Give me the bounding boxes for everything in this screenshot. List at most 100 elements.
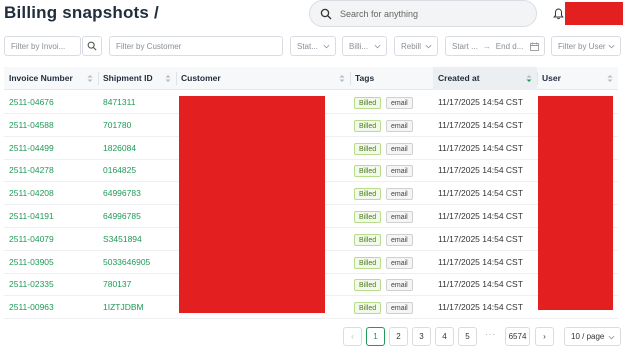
chevron-down-icon bbox=[374, 44, 381, 49]
chevron-down-icon bbox=[425, 44, 432, 49]
shipment-id-link[interactable]: 701780 bbox=[98, 114, 131, 137]
user-filter-label: Filter by User bbox=[558, 41, 606, 51]
invoice-number-link[interactable]: 2511-04499 bbox=[4, 137, 54, 160]
tag-email: email bbox=[386, 165, 413, 178]
page-size-select[interactable]: 10 / page bbox=[564, 327, 621, 346]
next-page-button[interactable]: › bbox=[535, 327, 554, 346]
invoice-filter-input[interactable]: Filter by Invoi... bbox=[4, 36, 81, 56]
invoice-search-button[interactable] bbox=[82, 36, 102, 56]
created-at-cell: 11/17/2025 14:54 CST bbox=[438, 233, 523, 244]
shipment-id-link[interactable]: S3451894 bbox=[98, 228, 142, 251]
filter-bar: Filter by Invoi... Filter by Customer St… bbox=[0, 36, 625, 56]
shipment-id-link[interactable]: 1IZTJDBM bbox=[98, 296, 144, 319]
rebill-filter-select[interactable]: Rebill bbox=[394, 36, 438, 56]
shipment-id-link[interactable]: 1826084 bbox=[98, 137, 136, 160]
column-label: User bbox=[542, 73, 561, 83]
column-header-invoice-number[interactable]: Invoice Number bbox=[4, 67, 98, 90]
invoice-number-link[interactable]: 2511-04676 bbox=[4, 91, 54, 114]
invoice-number-link[interactable]: 2511-03905 bbox=[4, 251, 54, 274]
column-header-created-at[interactable]: Created at bbox=[433, 67, 537, 90]
page-title: Billing snapshots / bbox=[4, 3, 159, 22]
shipment-id-link[interactable]: 0164825 bbox=[98, 159, 136, 182]
column-label: Customer bbox=[181, 73, 221, 83]
created-at-cell: 11/17/2025 14:54 CST bbox=[438, 119, 523, 130]
invoice-number-link[interactable]: 2511-04588 bbox=[4, 114, 54, 137]
tag-email: email bbox=[386, 119, 413, 132]
tag-email: email bbox=[386, 302, 413, 315]
column-label: Tags bbox=[355, 73, 375, 83]
created-at-cell: 11/17/2025 14:54 CST bbox=[438, 211, 523, 221]
shipment-id-link[interactable]: 8471311 bbox=[98, 91, 135, 114]
redacted-user-column bbox=[538, 96, 613, 310]
tag-email: email bbox=[386, 97, 413, 109]
created-at-cell: 11/17/2025 14:54 CST bbox=[438, 188, 523, 199]
column-header-customer[interactable]: Customer bbox=[176, 67, 350, 90]
created-at-cell: 11/17/2025 14:54 CST bbox=[438, 279, 523, 290]
tag-billed: Billed bbox=[354, 279, 382, 292]
created-at-cell: 11/17/2025 14:54 CST bbox=[438, 302, 523, 313]
date-range-picker[interactable]: Start ... → End d... bbox=[445, 36, 545, 56]
page-button-1[interactable]: 1 bbox=[366, 327, 385, 346]
page-button-2[interactable]: 2 bbox=[389, 327, 408, 346]
column-header-tags: Tags bbox=[350, 67, 433, 90]
search-icon bbox=[87, 41, 97, 51]
sort-icon[interactable] bbox=[87, 74, 93, 83]
user-filter-select[interactable]: Filter by User bbox=[551, 36, 621, 56]
tag-billed: Billed bbox=[354, 256, 382, 269]
tag-billed: Billed bbox=[354, 165, 382, 178]
sort-icon[interactable] bbox=[607, 74, 613, 83]
column-label: Invoice Number bbox=[9, 73, 73, 83]
arrow-right-icon: → bbox=[482, 41, 491, 51]
tag-email: email bbox=[386, 211, 413, 223]
customer-filter-placeholder: Filter by Customer bbox=[116, 41, 182, 51]
tag-email: email bbox=[386, 142, 413, 155]
tag-billed: Billed bbox=[354, 119, 382, 132]
column-label: Shipment ID bbox=[103, 73, 153, 83]
global-search[interactable] bbox=[309, 0, 537, 27]
shipment-id-link[interactable]: 64996783 bbox=[98, 182, 141, 205]
column-header-user[interactable]: User bbox=[537, 67, 618, 90]
invoice-number-link[interactable]: 2511-00963 bbox=[4, 296, 54, 319]
user-avatar[interactable] bbox=[565, 2, 623, 25]
invoice-number-link[interactable]: 2511-02335 bbox=[4, 273, 54, 296]
shipment-id-link[interactable]: 780137 bbox=[98, 273, 131, 296]
invoice-number-link[interactable]: 2511-04278 bbox=[4, 159, 54, 182]
invoice-number-link[interactable]: 2511-04191 bbox=[4, 205, 54, 228]
invoice-number-link[interactable]: 2511-04208 bbox=[4, 182, 54, 205]
start-date-placeholder: Start ... bbox=[452, 41, 478, 51]
tag-email: email bbox=[386, 188, 413, 201]
page-ellipsis[interactable]: ··· bbox=[481, 327, 500, 346]
tag-email: email bbox=[386, 233, 413, 246]
column-header-shipment-id[interactable]: Shipment ID bbox=[98, 67, 176, 90]
page-button-4[interactable]: 4 bbox=[435, 327, 454, 346]
search-input[interactable] bbox=[340, 8, 520, 19]
bell-icon[interactable] bbox=[553, 8, 564, 20]
sort-icon[interactable] bbox=[526, 74, 532, 83]
tag-billed: Billed bbox=[354, 302, 382, 315]
chevron-down-icon bbox=[608, 335, 615, 340]
invoice-number-link[interactable]: 2511-04079 bbox=[4, 228, 54, 251]
status-filter-select[interactable]: Stat... bbox=[290, 36, 336, 56]
sort-icon[interactable] bbox=[339, 74, 345, 83]
page-button-3[interactable]: 3 bbox=[412, 327, 431, 346]
customer-filter-input[interactable]: Filter by Customer bbox=[109, 36, 283, 56]
status-filter-label: Stat... bbox=[297, 41, 318, 51]
prev-page-button[interactable]: ‹ bbox=[343, 327, 362, 346]
chevron-down-icon bbox=[608, 44, 615, 49]
created-at-cell: 11/17/2025 14:54 CST bbox=[438, 165, 523, 176]
billing-filter-select[interactable]: Billi... bbox=[342, 36, 387, 56]
created-at-cell: 11/17/2025 14:54 CST bbox=[438, 256, 523, 267]
shipment-id-link[interactable]: 64996785 bbox=[98, 205, 141, 228]
sort-icon[interactable] bbox=[165, 74, 171, 83]
calendar-icon bbox=[530, 42, 539, 51]
page-button-5[interactable]: 5 bbox=[458, 327, 477, 346]
tag-email: email bbox=[386, 279, 413, 292]
tag-billed: Billed bbox=[354, 142, 382, 155]
shipment-id-link[interactable]: 5033646905 bbox=[98, 251, 150, 274]
rebill-filter-label: Rebill bbox=[401, 41, 422, 51]
page-button-last[interactable]: 6574 bbox=[505, 327, 530, 346]
search-icon bbox=[320, 8, 332, 19]
tag-billed: Billed bbox=[354, 97, 382, 109]
chevron-down-icon bbox=[323, 44, 330, 49]
redacted-customer-column bbox=[179, 96, 325, 313]
